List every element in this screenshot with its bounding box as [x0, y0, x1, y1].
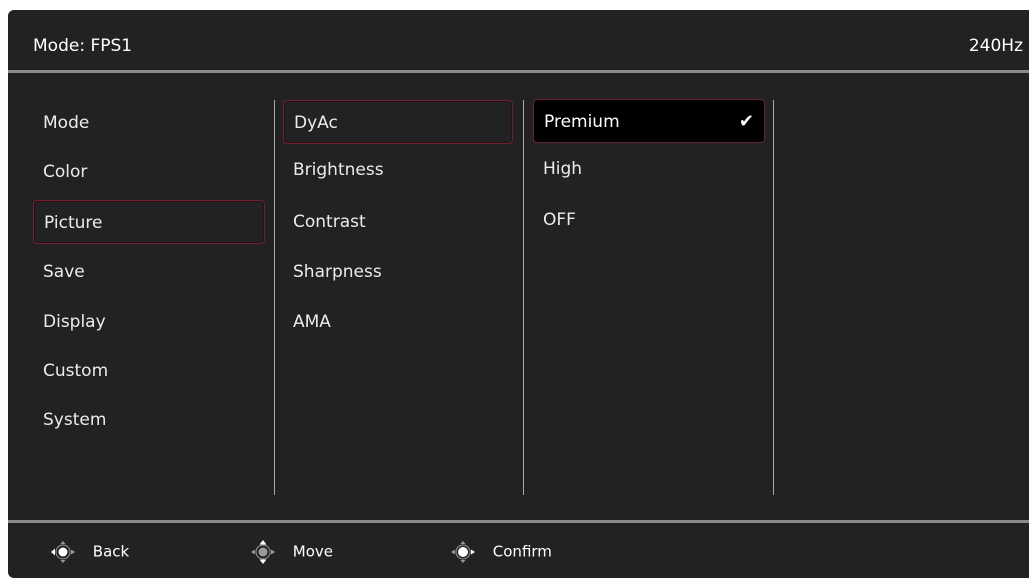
- sub-menu-item-ama[interactable]: AMA: [283, 300, 513, 344]
- main-menu-item-color[interactable]: Color: [33, 150, 265, 194]
- osd-panel: Mode: FPS1 240Hz Mode Color Picture Save…: [8, 10, 1029, 578]
- main-menu-item-label: System: [43, 410, 107, 430]
- main-menu-item-label: Mode: [43, 113, 90, 133]
- sub-menu-item-label: Contrast: [293, 212, 366, 232]
- joystick-left-icon: [50, 540, 76, 564]
- main-menu-item-system[interactable]: System: [33, 398, 265, 442]
- osd-footer: Back Move Confirm: [8, 525, 1029, 578]
- column-divider-3: [773, 100, 774, 495]
- back-label: Back: [92, 542, 130, 561]
- confirm-label: Confirm: [492, 542, 552, 561]
- sub-menu-item-label: Sharpness: [293, 262, 382, 282]
- main-menu-item-label: Custom: [43, 361, 109, 381]
- header-divider: [8, 70, 1029, 73]
- column-divider-2: [523, 100, 524, 495]
- sub-menu-item-label: DyAc: [294, 113, 338, 133]
- main-menu-item-label: Display: [43, 312, 106, 332]
- joystick-updown-icon: [250, 539, 276, 564]
- checkmark-icon: ✔: [738, 111, 754, 132]
- main-menu-item-label: Picture: [44, 213, 103, 233]
- sub-menu-item-dyac[interactable]: DyAc: [283, 100, 513, 144]
- sub-menu-item-brightness[interactable]: Brightness: [283, 148, 513, 192]
- sub-menu-item-label: Brightness: [293, 160, 384, 180]
- confirm-hint: Confirm: [450, 539, 552, 563]
- main-menu-item-save[interactable]: Save: [33, 250, 265, 294]
- main-menu-item-custom[interactable]: Custom: [33, 349, 265, 393]
- sub-menu-item-sharpness[interactable]: Sharpness: [283, 250, 513, 294]
- main-menu-item-label: Save: [43, 262, 85, 282]
- move-label: Move: [292, 542, 334, 561]
- footer-divider: [8, 520, 1029, 523]
- column-divider-1: [274, 100, 275, 495]
- main-menu-item-mode[interactable]: Mode: [33, 101, 265, 145]
- refresh-rate-label: 240Hz: [968, 36, 1023, 56]
- option-high[interactable]: High: [533, 147, 765, 191]
- sub-menu-item-contrast[interactable]: Contrast: [283, 200, 513, 244]
- option-off[interactable]: OFF: [533, 198, 765, 242]
- option-premium[interactable]: Premium ✔: [533, 99, 765, 143]
- back-hint: Back: [50, 539, 129, 563]
- main-menu-item-label: Color: [43, 162, 88, 182]
- option-label: High: [543, 159, 583, 179]
- sub-menu-item-label: AMA: [293, 312, 331, 332]
- joystick-press-icon: [450, 540, 476, 564]
- osd-header: Mode: FPS1 240Hz: [8, 10, 1029, 70]
- current-mode-label: Mode: FPS1: [33, 36, 133, 56]
- main-menu-item-picture[interactable]: Picture: [33, 200, 265, 244]
- option-label: OFF: [543, 210, 576, 230]
- option-label: Premium: [544, 112, 620, 132]
- move-hint: Move: [250, 539, 334, 564]
- main-menu-item-display[interactable]: Display: [33, 300, 265, 344]
